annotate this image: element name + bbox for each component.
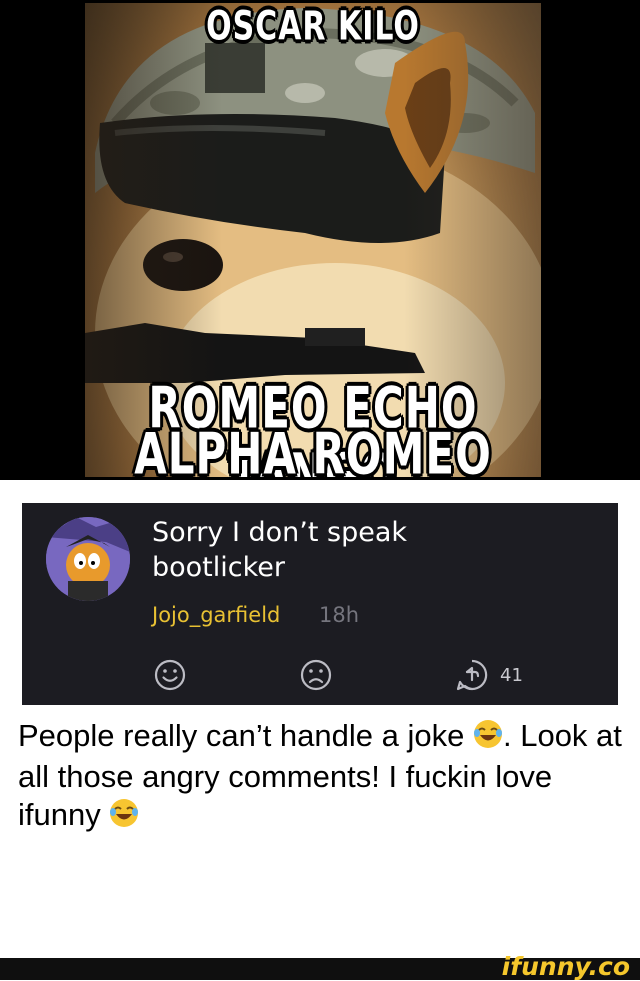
- comment-card: Sorry I don’t speak bootlicker Jojo_garf…: [22, 503, 618, 705]
- comment-text-line1: Sorry I don’t speak: [152, 517, 408, 548]
- comment-text: Sorry I don’t speak bootlicker: [152, 515, 592, 585]
- footer-bar: ifunny.co: [0, 952, 640, 981]
- smile-icon: [154, 659, 186, 691]
- avatar-image: [46, 517, 130, 601]
- smile-button[interactable]: [153, 658, 187, 697]
- unsmile-button[interactable]: [299, 658, 333, 697]
- comment-text-line2: bootlicker: [152, 552, 285, 583]
- post-caption: People really can’t handle a joke . Look…: [18, 717, 628, 837]
- reply-button[interactable]: [454, 658, 490, 697]
- meme-top-text: OSCAR KILO: [206, 3, 420, 51]
- meme-image: OSCAR KILO ROMEO ECHO TANGO ALPHA ROMEO …: [85, 3, 541, 477]
- ifunny-logo: ifunny.co: [501, 952, 630, 981]
- comment-timestamp: 18h: [319, 603, 360, 627]
- comment-username[interactable]: Jojo_garfield: [152, 603, 280, 627]
- meme-panel: OSCAR KILO ROMEO ECHO TANGO ALPHA ROMEO …: [0, 0, 640, 480]
- laughing-emoji-icon: [109, 798, 139, 837]
- meme-bottom-line2: ALPHA ROMEO DELTA: [134, 421, 492, 477]
- laughing-emoji-icon: [473, 719, 503, 758]
- reply-count: 41: [500, 665, 523, 686]
- caption-text-part1: People really can’t handle a joke: [18, 718, 465, 753]
- reply-icon: [456, 659, 488, 691]
- frown-icon: [300, 659, 332, 691]
- avatar[interactable]: [46, 517, 130, 601]
